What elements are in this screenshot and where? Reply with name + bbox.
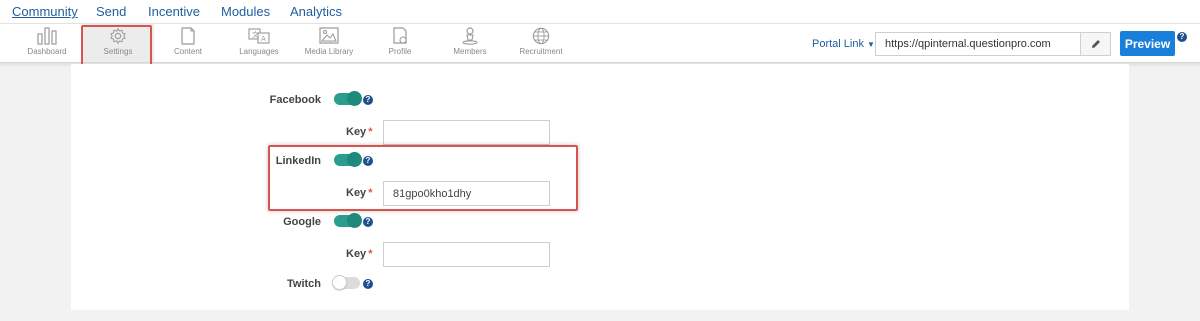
tab-analytics[interactable]: Analytics xyxy=(290,4,342,19)
svg-text:文: 文 xyxy=(252,30,259,39)
toolbar-recruitment[interactable]: Recruitment xyxy=(505,24,577,62)
facebook-key-text: Key xyxy=(346,126,367,138)
person-icon xyxy=(462,27,478,45)
svg-text:A: A xyxy=(261,35,266,43)
preview-button[interactable]: Preview xyxy=(1120,31,1175,56)
globe-icon xyxy=(532,27,550,45)
tab-send[interactable]: Send xyxy=(96,4,126,19)
twitch-help-icon[interactable]: ? xyxy=(363,279,373,289)
portal-link-label: Portal Link xyxy=(812,38,864,50)
image-icon xyxy=(319,27,339,44)
translate-icon: 文 A xyxy=(248,28,270,44)
toolbar-profile[interactable]: Profile xyxy=(364,24,436,62)
google-toggle[interactable] xyxy=(334,213,362,228)
facebook-label: Facebook xyxy=(269,94,321,106)
profile-document-icon xyxy=(393,27,407,44)
social-login-settings-panel xyxy=(71,64,1129,310)
toggle-knob xyxy=(347,91,362,106)
help-icon[interactable]: ? xyxy=(1177,32,1187,42)
linkedin-highlight-box xyxy=(268,145,578,211)
required-asterisk: * xyxy=(368,248,373,260)
toolbar-languages[interactable]: 文 A Languages xyxy=(223,24,295,62)
portal-link-dropdown[interactable]: Portal Link ▼ xyxy=(812,38,875,50)
facebook-key-input[interactable] xyxy=(383,120,550,145)
portal-url-input[interactable] xyxy=(876,33,1076,55)
edit-url-button[interactable] xyxy=(1080,33,1110,55)
twitch-label: Twitch xyxy=(286,278,321,290)
toolbar-members[interactable]: Members xyxy=(434,24,506,62)
toolbar-languages-label: Languages xyxy=(239,47,279,56)
toolbar-content-label: Content xyxy=(173,47,203,56)
google-key-input[interactable] xyxy=(383,242,550,267)
google-label: Google xyxy=(283,216,321,228)
toolbar-dashboard-label: Dashboard xyxy=(27,47,67,56)
toolbar-recruitment-label: Recruitment xyxy=(519,47,563,56)
toolbar-media-library-label: Media Library xyxy=(304,47,354,56)
caret-down-icon: ▼ xyxy=(867,40,875,49)
tab-modules[interactable]: Modules xyxy=(221,4,270,19)
twitch-toggle[interactable] xyxy=(332,275,360,290)
toggle-knob xyxy=(347,213,362,228)
google-key-text: Key xyxy=(346,248,367,260)
google-key-label: Key * xyxy=(346,248,372,260)
top-navigation: Community Send Incentive Modules Analyti… xyxy=(0,0,1200,24)
tab-incentive[interactable]: Incentive xyxy=(148,4,200,19)
toolbar-members-label: Members xyxy=(453,47,487,56)
facebook-help-icon[interactable]: ? xyxy=(363,95,373,105)
facebook-toggle[interactable] xyxy=(334,91,362,106)
toolbar-content[interactable]: Content xyxy=(152,24,224,62)
required-asterisk: * xyxy=(368,126,373,138)
facebook-key-label: Key * xyxy=(346,126,372,138)
pencil-icon xyxy=(1091,40,1100,48)
document-icon xyxy=(181,27,195,45)
portal-url-field xyxy=(875,32,1111,56)
toolbar-profile-label: Profile xyxy=(388,47,412,56)
toolbar-media-library[interactable]: Media Library xyxy=(293,24,365,62)
settings-highlight-box xyxy=(81,25,152,67)
tab-community[interactable]: Community xyxy=(12,4,78,19)
toggle-knob xyxy=(332,275,347,290)
google-help-icon[interactable]: ? xyxy=(363,217,373,227)
bar-chart-icon xyxy=(37,27,57,45)
toolbar-dashboard[interactable]: Dashboard xyxy=(11,24,83,62)
